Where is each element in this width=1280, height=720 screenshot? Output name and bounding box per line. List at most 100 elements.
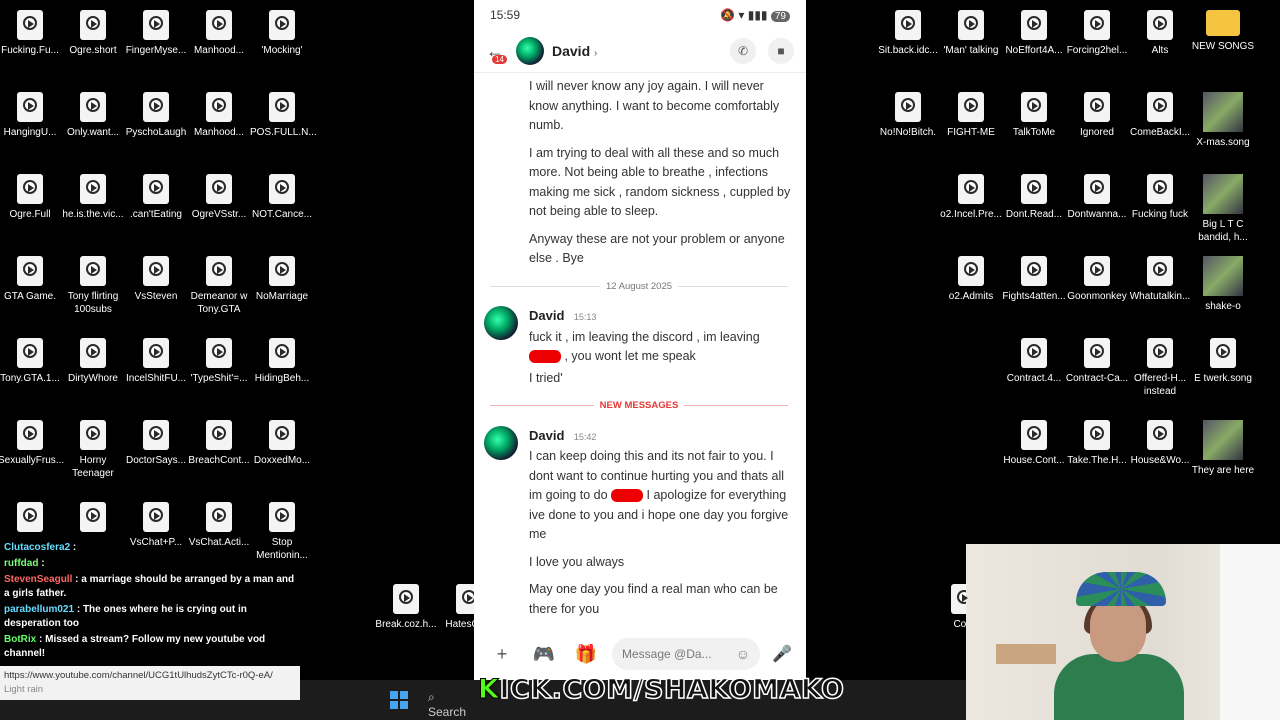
desktop-file-icon[interactable]: he.is.the.vic... xyxy=(61,174,125,221)
desktop-file-icon[interactable]: IncelShitFU... xyxy=(124,338,188,385)
desktop-file-icon[interactable]: HidingBeh... xyxy=(250,338,314,385)
message-author[interactable]: David xyxy=(529,428,564,443)
desktop-file-icon[interactable]: Ogre.short xyxy=(61,10,125,57)
desktop-file-icon[interactable]: BreachCont... xyxy=(187,420,251,467)
voice-call-button[interactable]: ✆ xyxy=(730,38,756,64)
taskbar-search[interactable]: ⌕ Search xyxy=(428,690,468,719)
desktop-file-icon[interactable]: Tony flirting 100subs xyxy=(61,256,125,316)
desktop-file-icon[interactable]: Dont.Read... xyxy=(1002,174,1066,221)
chat-username[interactable]: BotRix xyxy=(4,634,36,645)
desktop-file-icon[interactable]: .can'tEating xyxy=(124,174,188,221)
message-author[interactable]: David xyxy=(529,308,564,323)
desktop-file-icon[interactable]: HangingU... xyxy=(0,92,62,139)
contact-avatar[interactable] xyxy=(516,37,544,65)
desktop-file-icon[interactable]: Horny Teenager xyxy=(61,420,125,480)
chat-username[interactable]: Clutacosfera2 xyxy=(4,542,70,553)
desktop-file-icon[interactable]: DirtyWhore xyxy=(61,338,125,385)
chat-username[interactable]: StevenSeagull xyxy=(4,574,72,585)
desktop-file-icon[interactable]: Ignored xyxy=(1065,92,1129,139)
desktop-file-icon[interactable]: Sit.back.idc... xyxy=(876,10,940,57)
desktop-file-icon[interactable]: Break.coz.h... xyxy=(374,584,438,631)
message-input[interactable]: Message @Da... ☺ xyxy=(612,638,760,670)
desktop-file-icon[interactable]: Fucking.Fu... xyxy=(0,10,62,57)
desktop-file-label: Goonmonkey xyxy=(1067,291,1127,302)
desktop-file-icon[interactable]: Demeanor w Tony.GTA xyxy=(187,256,251,316)
emoji-icon[interactable]: ☺ xyxy=(736,646,750,662)
desktop-file-icon[interactable]: Take.The.H... xyxy=(1065,420,1129,467)
desktop-file-icon[interactable]: Only.want... xyxy=(61,92,125,139)
overlay-rest: ICK.COM/SHAKOMAKO xyxy=(499,673,845,706)
video-file-icon xyxy=(17,92,43,122)
desktop-file-icon[interactable]: Forcing2hel... xyxy=(1065,10,1129,57)
desktop-file-icon[interactable]: Contract-Ca... xyxy=(1065,338,1129,385)
video-icon: ■ xyxy=(777,44,785,58)
chat-username[interactable]: parabellum021 xyxy=(4,604,74,615)
desktop-file-icon[interactable]: o2.Admits xyxy=(939,256,1003,303)
desktop-file-icon[interactable]: No!No!Bitch. xyxy=(876,92,940,139)
desktop-file-icon[interactable]: NoEffort4A... xyxy=(1002,10,1066,57)
desktop-file-icon[interactable]: Offered-H... instead xyxy=(1128,338,1192,398)
plus-icon[interactable]: + xyxy=(486,644,518,665)
author-avatar[interactable] xyxy=(484,425,518,460)
chat-link[interactable]: https://www.youtube.com/channel/UCG1tUlh… xyxy=(0,666,300,700)
desktop-file-icon[interactable]: House.Cont... xyxy=(1002,420,1066,467)
desktop-file-icon[interactable]: X-mas.song xyxy=(1191,92,1255,149)
gift-icon[interactable]: 🎁 xyxy=(570,644,602,665)
desktop-file-label: Contract.4... xyxy=(1006,373,1062,384)
desktop-file-icon[interactable]: 'Man' talking xyxy=(939,10,1003,57)
battery-indicator: 79 xyxy=(770,11,790,22)
desktop-file-icon[interactable]: DoxxedMo... xyxy=(250,420,314,467)
desktop-file-icon[interactable]: FingerMyse... xyxy=(124,10,188,57)
status-time: 15:59 xyxy=(490,8,521,22)
desktop-file-icon[interactable]: Contract.4... xyxy=(1002,338,1066,385)
author-avatar[interactable] xyxy=(484,306,518,340)
chat-username[interactable]: ruffdad xyxy=(4,558,38,569)
desktop-file-icon[interactable]: PyschoLaugh xyxy=(124,92,188,139)
desktop-file-icon[interactable]: Fights4atten... xyxy=(1002,256,1066,303)
desktop-file-icon[interactable]: VsSteven xyxy=(124,256,188,303)
desktop-file-icon[interactable]: Fucking fuck xyxy=(1128,174,1192,221)
back-button[interactable]: ← 14 xyxy=(486,41,510,64)
desktop-file-icon[interactable]: Manhood... xyxy=(187,92,251,139)
desktop-file-icon[interactable]: NOT.Cance... xyxy=(250,174,314,221)
desktop-file-icon[interactable]: 'Mocking' xyxy=(250,10,314,57)
desktop-file-label: Fucking.Fu... xyxy=(1,45,59,56)
desktop-file-icon[interactable]: They are here xyxy=(1191,420,1255,477)
desktop-file-icon[interactable]: GTA Game. xyxy=(0,256,62,303)
desktop-file-icon[interactable]: E twerk.song xyxy=(1191,338,1255,385)
desktop-file-icon[interactable]: NEW SONGS xyxy=(1191,10,1255,53)
desktop-file-icon[interactable]: FIGHT-ME xyxy=(939,92,1003,139)
desktop-file-icon[interactable]: House&Wo... xyxy=(1128,420,1192,467)
desktop-file-icon[interactable]: shake-o xyxy=(1191,256,1255,313)
desktop-file-icon[interactable]: o2.Incel.Pre... xyxy=(939,174,1003,221)
video-call-button[interactable]: ■ xyxy=(768,38,794,64)
chat-message: BotRix : Missed a stream? Follow my new … xyxy=(4,634,266,659)
video-file-icon xyxy=(80,174,106,204)
desktop-file-icon[interactable]: Manhood... xyxy=(187,10,251,57)
mic-icon[interactable]: 🎤 xyxy=(770,644,794,664)
desktop-file-icon[interactable]: Whatutalkin... xyxy=(1128,256,1192,303)
desktop-file-icon[interactable]: DoctorSays... xyxy=(124,420,188,467)
video-file-icon xyxy=(143,420,169,450)
desktop-file-label: They are here xyxy=(1191,465,1255,476)
desktop-file-icon[interactable] xyxy=(0,502,62,536)
desktop-file-icon[interactable]: OgreVSstr... xyxy=(187,174,251,221)
desktop-file-icon[interactable]: Tony.GTA.1... xyxy=(0,338,62,385)
gamepad-icon[interactable]: 🎮 xyxy=(528,644,560,665)
desktop-file-label: DoxxedMo... xyxy=(253,455,311,466)
desktop-file-icon[interactable]: Big L T C bandid, h... xyxy=(1191,174,1255,244)
desktop-file-icon[interactable]: Goonmonkey xyxy=(1065,256,1129,303)
desktop-file-icon[interactable]: Alts xyxy=(1128,10,1192,57)
video-file-icon xyxy=(80,502,106,532)
contact-name[interactable]: David › xyxy=(552,43,718,59)
desktop-file-icon[interactable] xyxy=(61,502,125,536)
desktop-file-icon[interactable]: POS.FULL.N... xyxy=(250,92,317,139)
desktop-file-icon[interactable]: Dontwanna... xyxy=(1065,174,1129,221)
windows-start-icon[interactable] xyxy=(390,691,408,709)
desktop-file-icon[interactable]: 'TypeShit'=... xyxy=(187,338,251,385)
desktop-file-icon[interactable]: Ogre.Full xyxy=(0,174,62,221)
desktop-file-icon[interactable]: TalkToMe xyxy=(1002,92,1066,139)
desktop-file-icon[interactable]: SexuallyFrus... xyxy=(0,420,64,467)
desktop-file-icon[interactable]: NoMarriage xyxy=(250,256,314,303)
desktop-file-icon[interactable]: ComeBackI... xyxy=(1128,92,1192,139)
